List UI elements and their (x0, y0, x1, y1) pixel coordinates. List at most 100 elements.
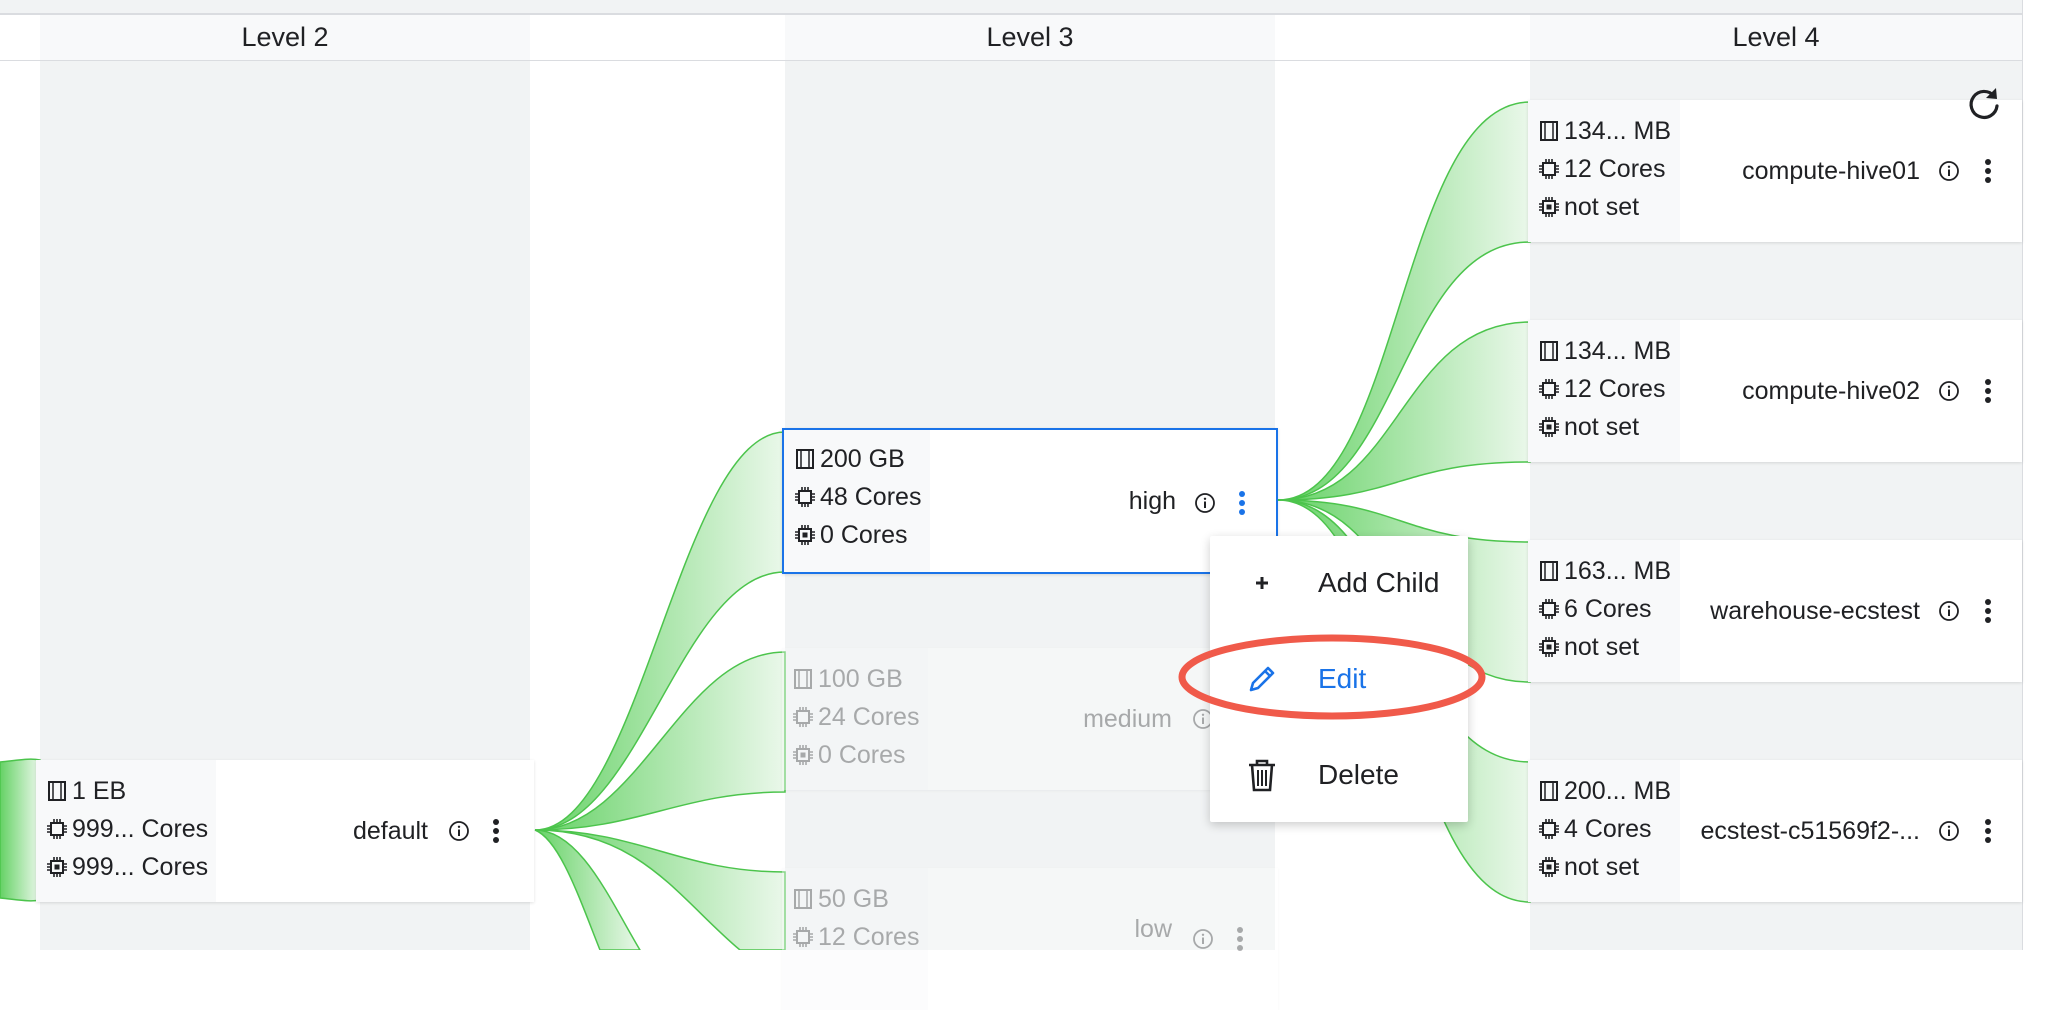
queue-name: default (352, 816, 428, 845)
queue-node-ecstest[interactable]: 200... MB 4 Cores not set ecstest-c51569… (1528, 760, 2022, 902)
gpu-icon (1539, 197, 1559, 217)
vcores-value: 12 Cores (1564, 154, 1666, 183)
vcores-row: 12 Cores (782, 918, 928, 956)
queue-node-high[interactable]: 200 GB 48 Cores 0 Cores high (782, 428, 1278, 574)
vcores-row: 12 Cores (1528, 370, 1680, 408)
resource-panel: 134... MB 12 Cores not set (1528, 100, 1680, 242)
pencil-icon (1249, 666, 1275, 692)
memory-icon (1540, 561, 1558, 581)
vcores-value: 12 Cores (1564, 374, 1666, 403)
resource-panel: 100 GB 24 Cores 0 Cores (782, 648, 928, 790)
memory-row: 200... MB (1528, 772, 1680, 810)
gpu-row: 0 Cores (784, 516, 930, 554)
queue-node-medium[interactable]: 100 GB 24 Cores 0 Cores medium (782, 648, 1278, 790)
memory-icon (794, 889, 812, 909)
cpu-icon (1539, 599, 1559, 619)
more-vert-icon[interactable] (1982, 597, 1994, 625)
memory-value: 200... MB (1564, 776, 1671, 805)
gpu-value: not set (1564, 632, 1640, 661)
cpu-icon (795, 487, 815, 507)
info-icon[interactable] (1938, 380, 1960, 402)
gpu-value: not set (1564, 852, 1640, 881)
info-icon[interactable] (1194, 492, 1216, 514)
info-icon[interactable] (1938, 820, 1960, 842)
cpu-icon (47, 819, 67, 839)
queue-node-compute-hive01[interactable]: 134... MB 12 Cores not set compute-hive0… (1528, 100, 2022, 242)
trash-icon (1249, 759, 1275, 792)
queue-name: compute-hive01 (1742, 156, 1920, 185)
vcores-row: 6 Cores (1528, 590, 1680, 628)
gpu-value: 999... Cores (72, 852, 209, 881)
info-icon[interactable] (1192, 928, 1214, 950)
info-icon[interactable] (1938, 160, 1960, 182)
vcores-value: 48 Cores (820, 482, 922, 511)
resource-panel: 50 GB 12 Cores (782, 868, 928, 1010)
resource-panel: 200 GB 48 Cores 0 Cores (784, 430, 930, 572)
more-vert-icon[interactable] (1236, 489, 1248, 517)
cpu-icon (1539, 379, 1559, 399)
resource-panel: 163... MB 6 Cores not set (1528, 540, 1680, 682)
info-icon[interactable] (1938, 600, 1960, 622)
queue-name: ecstest-c51569f2-... (1700, 816, 1920, 845)
gpu-value: not set (1564, 192, 1640, 221)
gpu-icon (795, 525, 815, 545)
edit-label: Edit (1318, 663, 1367, 694)
memory-icon (48, 781, 66, 801)
gpu-icon (1539, 857, 1559, 877)
menu-item-edit[interactable]: Edit (1210, 639, 1468, 719)
vcores-value: 999... Cores (72, 814, 209, 843)
resource-panel: 1 EB 999... Cores 999... Cores (36, 760, 216, 902)
cpu-icon (1539, 819, 1559, 839)
menu-item-delete[interactable]: Delete (1210, 735, 1468, 815)
gpu-row: 999... Cores (36, 848, 216, 886)
vcores-row: 12 Cores (1528, 150, 1680, 188)
memory-row: 50 GB (782, 880, 928, 918)
queue-name: medium (1083, 704, 1172, 733)
cpu-icon (1539, 159, 1559, 179)
memory-row: 200 GB (784, 440, 930, 478)
resource-panel: 134... MB 12 Cores not set (1528, 320, 1680, 462)
memory-value: 163... MB (1564, 556, 1671, 585)
resource-panel: 200... MB 4 Cores not set (1528, 760, 1680, 902)
gpu-icon (1539, 637, 1559, 657)
cpu-icon (793, 927, 813, 947)
memory-value: 134... MB (1564, 116, 1671, 145)
gpu-row: not set (1528, 188, 1680, 226)
memory-value: 1 EB (72, 776, 127, 805)
more-vert-icon[interactable] (1234, 925, 1246, 953)
queue-name: compute-hive02 (1742, 376, 1920, 405)
vcores-value: 4 Cores (1564, 814, 1652, 843)
queue-node-default[interactable]: 1 EB 999... Cores 999... Cores default (36, 760, 534, 902)
context-menu: Add Child Edit Delete (1210, 536, 1468, 822)
queue-node-compute-hive02[interactable]: 134... MB 12 Cores not set compute-hive0… (1528, 320, 2022, 462)
gpu-row: not set (1528, 848, 1680, 886)
queue-node-warehouse-ecstest[interactable]: 163... MB 6 Cores not set warehouse-ecst… (1528, 540, 2022, 682)
gpu-value: 0 Cores (820, 520, 908, 549)
memory-value: 200 GB (820, 444, 905, 473)
memory-icon (1540, 781, 1558, 801)
memory-row: 1 EB (36, 772, 216, 810)
memory-row: 100 GB (782, 660, 928, 698)
more-vert-icon[interactable] (1982, 157, 1994, 185)
menu-item-add-child[interactable]: Add Child (1210, 543, 1468, 623)
more-vert-icon[interactable] (490, 817, 502, 845)
more-vert-icon[interactable] (1982, 377, 1994, 405)
memory-icon (796, 449, 814, 469)
vcores-row: 4 Cores (1528, 810, 1680, 848)
info-icon[interactable] (448, 820, 470, 842)
gpu-row: 0 Cores (782, 736, 928, 774)
more-vert-icon[interactable] (1982, 817, 1994, 845)
gpu-icon (793, 745, 813, 765)
refresh-icon[interactable] (1966, 86, 2002, 122)
vcores-value: 12 Cores (818, 922, 920, 951)
gpu-row: not set (1528, 628, 1680, 666)
gpu-value: not set (1564, 412, 1640, 441)
queue-name: warehouse-ecstest (1710, 596, 1920, 625)
cpu-icon (793, 707, 813, 727)
gpu-icon (1539, 417, 1559, 437)
queue-node-low[interactable]: 50 GB 12 Cores low (782, 868, 1278, 1010)
plus-icon (1256, 577, 1268, 589)
add-child-label: Add Child (1318, 567, 1440, 598)
gpu-row: not set (1528, 408, 1680, 446)
vcores-row: 999... Cores (36, 810, 216, 848)
